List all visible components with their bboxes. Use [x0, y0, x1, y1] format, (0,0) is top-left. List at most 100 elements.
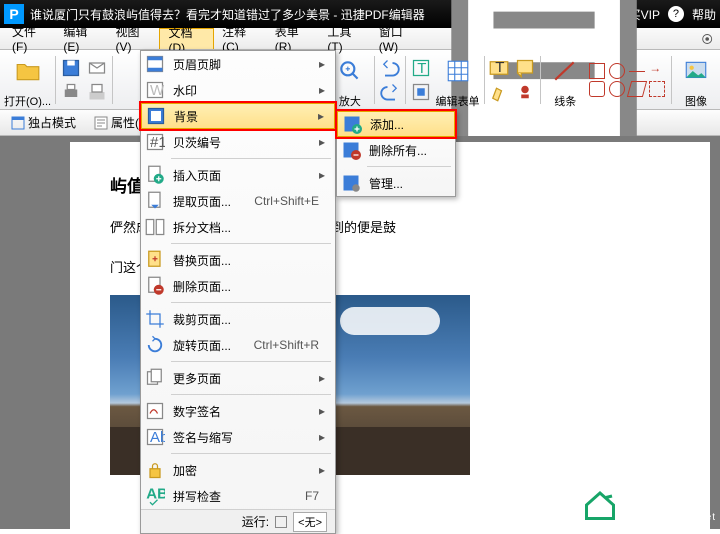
menu-bar: 文件(F) 编辑(E) 视图(V) 文档(D) 注释(C) 表单(R) 工具(T… [0, 28, 720, 50]
separator [171, 453, 331, 454]
menu-header-footer[interactable]: 页眉页脚▸ [141, 51, 335, 77]
ellipse-shape[interactable] [609, 81, 625, 97]
chevron-right-icon: ▸ [319, 371, 327, 385]
menu-background[interactable]: 背景▸ [141, 103, 335, 129]
arrow-shape[interactable] [649, 63, 665, 79]
chevron-right-icon: ▸ [319, 404, 327, 418]
menu-sign-initials[interactable]: Ab签名与缩写▸ [141, 424, 335, 450]
background-submenu: 添加... 删除所有... 管理... [336, 110, 456, 197]
save-icon[interactable] [60, 57, 82, 79]
image-button[interactable]: 图像 [676, 51, 716, 109]
menu-more-pages[interactable]: 更多页面▸ [141, 365, 335, 391]
object-edit-icon[interactable] [410, 81, 432, 103]
form-table-button[interactable]: 编辑表单 [436, 51, 480, 109]
text-box-icon[interactable]: T [488, 57, 510, 79]
note-icon[interactable] [514, 57, 536, 79]
checkbox[interactable] [275, 516, 287, 528]
separator [484, 56, 485, 104]
doc-title: 谁说厦门只有鼓浪屿值得去？看完才知道错过了多少美景 [30, 8, 330, 22]
scan-icon[interactable] [86, 81, 108, 103]
menu-spellcheck[interactable]: ABC拼写检查F7 [141, 483, 335, 509]
manage-icon [341, 173, 361, 193]
redo-icon[interactable] [379, 81, 401, 103]
stamp-icon[interactable] [514, 81, 536, 103]
lines-button[interactable]: 线条 [545, 51, 585, 109]
lock-icon [145, 460, 165, 480]
menu-insert-page[interactable]: 插入页面▸ [141, 162, 335, 188]
menu-edit[interactable]: 编辑(E) [55, 28, 107, 49]
chevron-right-icon: ▸ [319, 83, 327, 97]
house-icon [582, 487, 618, 523]
separator [540, 56, 541, 104]
submenu-add[interactable]: 添加... [337, 111, 455, 137]
add-bg-icon [342, 114, 362, 134]
insert-page-icon [145, 165, 165, 185]
separator [171, 394, 331, 395]
properties-icon [94, 116, 108, 130]
menu-annotate[interactable]: 注释(C) [214, 28, 267, 49]
polygon-shape[interactable] [627, 81, 647, 97]
text-edit-icon[interactable]: T [410, 57, 432, 79]
mail-icon[interactable] [86, 57, 108, 79]
replace-icon [145, 250, 165, 270]
app-name: 迅捷PDF编辑器 [341, 8, 425, 22]
cloud-shape[interactable] [649, 81, 665, 97]
submenu-manage[interactable]: 管理... [337, 170, 455, 196]
menu-window[interactable]: 窗口(W) [371, 28, 426, 49]
svg-text:ABC: ABC [146, 486, 165, 503]
window-icon [11, 116, 25, 130]
highlight-icon[interactable] [488, 81, 510, 103]
menu-document[interactable]: 文档(D) [159, 28, 214, 49]
menu-tools[interactable]: 工具(T) [319, 28, 370, 49]
circle-shape[interactable] [609, 63, 625, 79]
dropdown-footer: 运行: <无> [141, 509, 335, 533]
print-icon[interactable] [60, 81, 82, 103]
line-shape[interactable] [629, 71, 645, 72]
standalone-mode-button[interactable]: 独占模式 [4, 111, 83, 134]
header-footer-icon [145, 54, 165, 74]
svg-text:Ab: Ab [150, 429, 165, 446]
menu-encrypt[interactable]: 加密▸ [141, 457, 335, 483]
menu-split[interactable]: 拆分文档... [141, 214, 335, 240]
chevron-right-icon: ▸ [318, 109, 326, 123]
menu-bates[interactable]: #1贝茨编号▸ [141, 129, 335, 155]
separator [171, 302, 331, 303]
menu-delete-page[interactable]: 删除页面... [141, 273, 335, 299]
rect-shape[interactable] [589, 63, 605, 79]
menu-view[interactable]: 视图(V) [107, 28, 159, 49]
document-menu-dropdown: 页眉页脚▸ W水印▸ 背景▸ #1贝茨编号▸ 插入页面▸ 提取页面...Ctrl… [140, 50, 336, 534]
svg-text:W: W [150, 82, 165, 99]
open-button[interactable]: 打开(O)... [4, 51, 51, 109]
watermark-icon: W [145, 80, 165, 100]
menu-extract-page[interactable]: 提取页面...Ctrl+Shift+E [141, 188, 335, 214]
extract-icon [145, 191, 165, 211]
submenu-delete-all[interactable]: 删除所有... [337, 137, 455, 163]
menu-replace-page[interactable]: 替换页面... [141, 247, 335, 273]
separator [55, 56, 56, 104]
shape-palette [589, 63, 667, 97]
settings-icon[interactable] [700, 31, 714, 47]
crop-icon [145, 309, 165, 329]
menu-rotate-page[interactable]: 旋转页面...Ctrl+Shift+R [141, 332, 335, 358]
chevron-right-icon: ▸ [319, 463, 327, 477]
svg-text:T: T [417, 60, 426, 77]
undo-icon[interactable] [379, 57, 401, 79]
app-icon: P [4, 4, 24, 24]
menu-file[interactable]: 文件(F) [4, 28, 55, 49]
separator [405, 56, 406, 104]
menu-form[interactable]: 表单(R) [267, 28, 320, 49]
menu-crop-page[interactable]: 裁剪页面... [141, 306, 335, 332]
separator [374, 56, 375, 104]
separator [367, 166, 451, 167]
more-pages-icon [145, 368, 165, 388]
initials-icon: Ab [145, 427, 165, 447]
delete-all-icon [341, 140, 361, 160]
svg-text:#1: #1 [150, 134, 165, 151]
chevron-right-icon: ▸ [319, 57, 327, 71]
delete-page-icon [145, 276, 165, 296]
separator [171, 361, 331, 362]
spellcheck-icon: ABC [145, 486, 165, 506]
menu-digital-sign[interactable]: 数字签名▸ [141, 398, 335, 424]
menu-watermark[interactable]: W水印▸ [141, 77, 335, 103]
roundrect-shape[interactable] [589, 81, 605, 97]
